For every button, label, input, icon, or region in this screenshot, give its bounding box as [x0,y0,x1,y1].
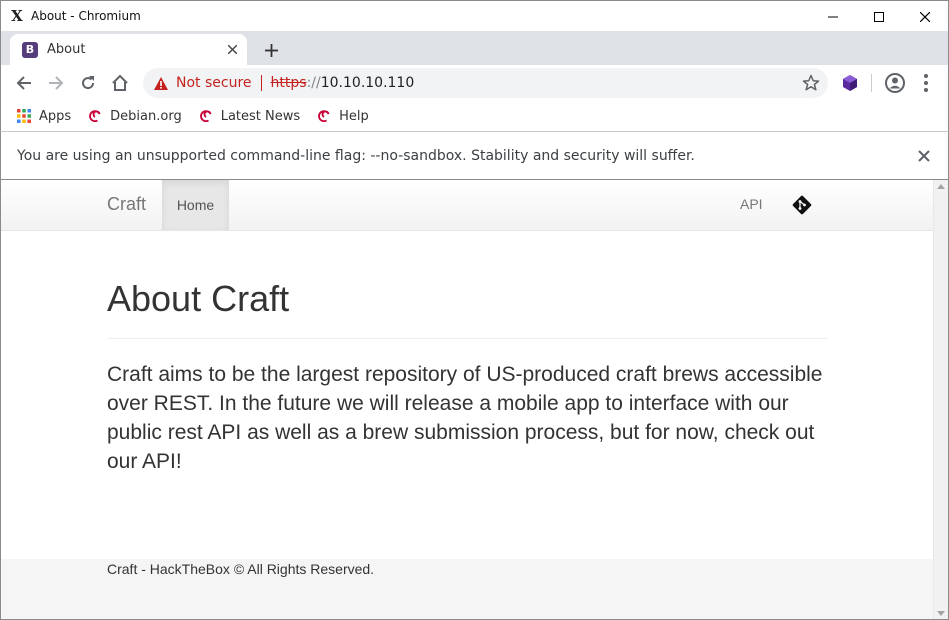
main-content: About Craft Craft aims to be the largest… [107,231,828,476]
infobar-message: You are using an unsupported command-lin… [17,147,695,164]
warning-infobar: You are using an unsupported command-lin… [0,131,949,180]
bookmarks-bar: Apps Debian.org Latest News Help [0,101,949,131]
security-label[interactable]: Not secure [176,75,252,91]
bookmark-help[interactable]: Help [310,104,375,128]
bookmark-debian[interactable]: Debian.org [81,104,188,128]
nav-link-home[interactable]: Home [162,180,229,230]
page-scrollbar[interactable] [933,180,948,619]
url-scheme: https [270,75,307,91]
address-bar[interactable]: Not secure https://10.10.10.110 [143,68,828,98]
home-button[interactable] [106,69,134,97]
warning-icon[interactable] [153,75,169,91]
back-button[interactable] [10,69,38,97]
site-footer: Craft - HackTheBox © All Rights Reserved… [1,559,933,619]
tab-about[interactable]: B About [10,34,247,65]
close-icon [920,11,930,22]
x-logo-icon: X [11,7,23,25]
reload-button[interactable] [74,69,102,97]
close-icon [227,45,237,54]
bookmark-label: Help [339,108,369,124]
site-brand-link[interactable]: Craft [107,194,146,215]
url-text[interactable]: https://10.10.10.110 [271,75,415,91]
bookmark-label: Apps [39,108,72,124]
window-title: About - Chromium [31,9,141,23]
scroll-up-arrow-icon[interactable] [937,184,945,189]
url-separator: :// [306,75,321,91]
profile-avatar-icon[interactable] [884,72,906,94]
bookmark-latest-news[interactable]: Latest News [192,104,306,128]
window-controls [810,1,948,32]
infobar-close-icon[interactable] [917,149,931,163]
arrow-left-icon [16,76,31,90]
close-window-button[interactable] [902,1,948,32]
footer-text: Craft - HackTheBox © All Rights Reserved… [107,561,375,577]
toolbar-divider [871,74,872,92]
reload-icon [82,76,95,90]
kebab-menu-icon[interactable] [919,72,933,94]
new-tab-button[interactable] [259,38,283,62]
window-titlebar: X About - Chromium [0,0,949,31]
git-icon[interactable] [791,194,813,216]
web-page: Craft Home API About Craft Craft aims to… [0,180,949,620]
debian-icon [318,110,330,123]
apps-grid-icon [17,109,31,123]
extension-cube-icon[interactable] [841,74,859,92]
arrow-right-icon [49,76,64,90]
bookmark-label: Debian.org [110,108,182,124]
maximize-icon [874,11,884,22]
debian-icon [199,110,212,123]
nav-link-api[interactable]: API [740,196,763,212]
tab-strip: B About [0,31,949,65]
debian-icon [89,110,101,123]
bookmark-star-icon[interactable] [802,74,820,92]
tab-close-button[interactable] [224,42,240,58]
tab-title: About [47,42,86,57]
page-heading: About Craft [107,278,290,319]
home-icon [112,74,128,91]
lead-paragraph: Craft aims to be the largest repository … [107,363,823,473]
url-host: 10.10.10.110 [320,75,415,91]
heading-divider [107,338,828,339]
bookmark-label: Latest News [220,108,301,124]
minimize-button[interactable] [810,1,856,32]
maximize-button[interactable] [856,1,902,32]
forward-button[interactable] [42,69,70,97]
security-divider [260,75,262,91]
bootstrap-icon: B [22,41,38,58]
bookmark-apps[interactable]: Apps [10,104,77,128]
site-navbar: Craft Home API [1,180,933,231]
scroll-down-arrow-icon[interactable] [937,611,945,616]
minimize-icon [828,16,838,17]
plus-icon [264,43,278,57]
browser-toolbar: Not secure https://10.10.10.110 [0,65,949,101]
